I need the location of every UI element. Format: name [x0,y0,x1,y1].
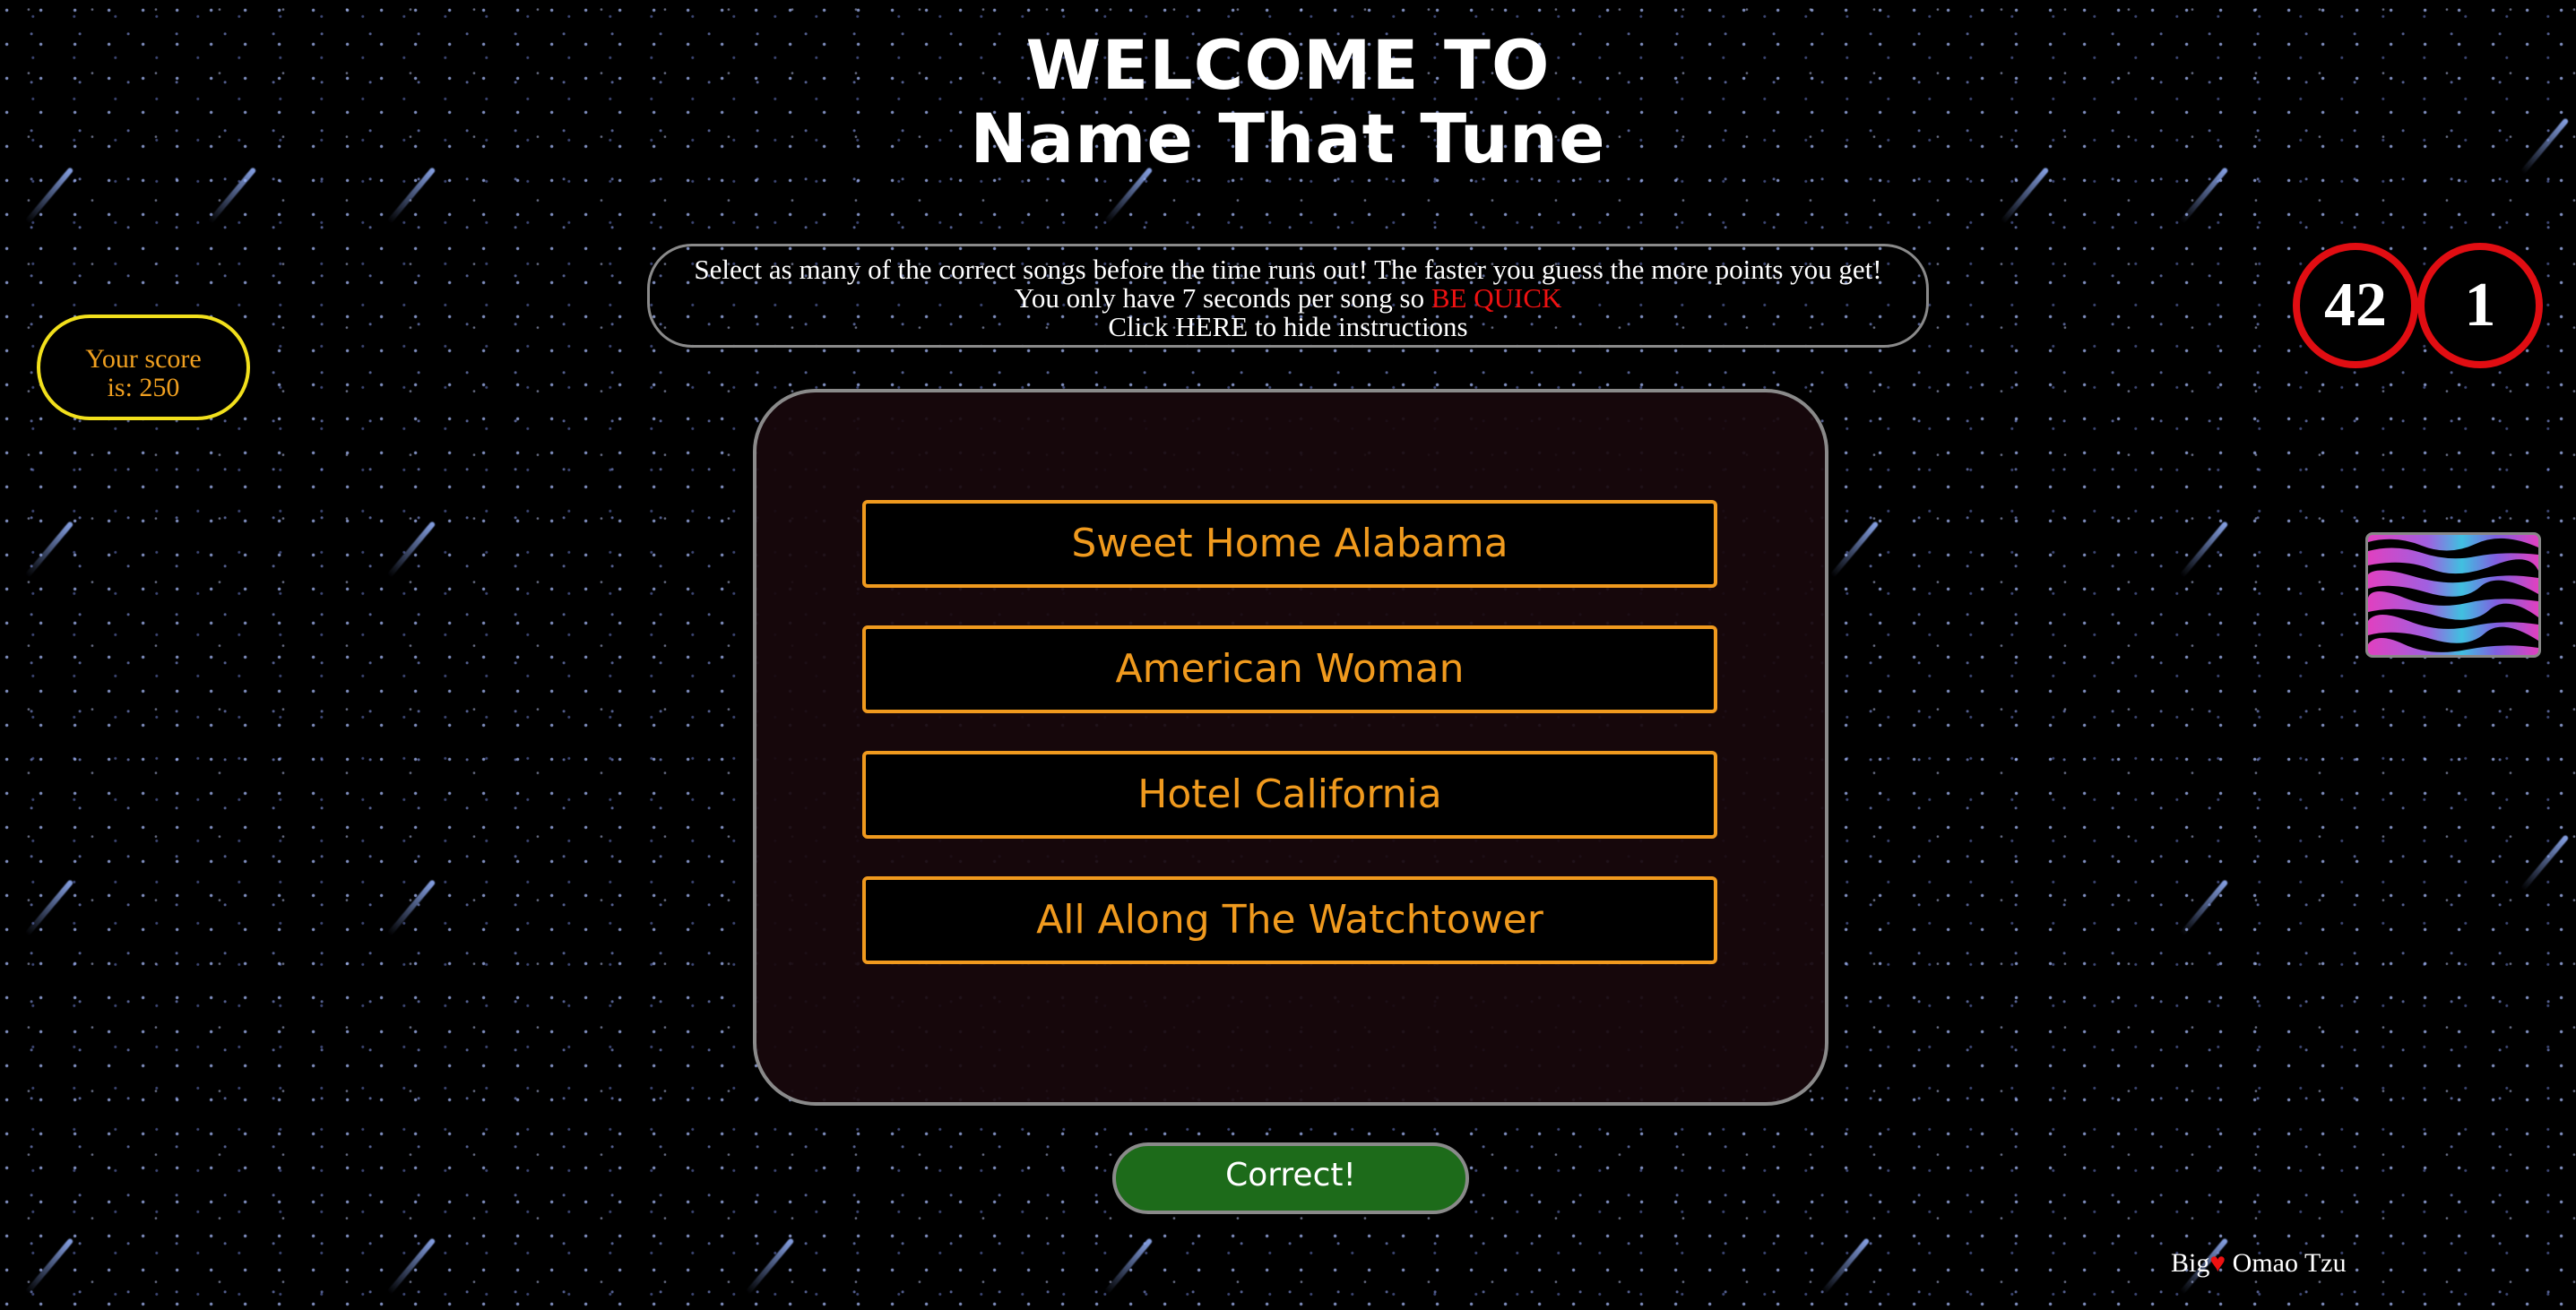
song-choice-button[interactable]: American Woman [862,625,1717,713]
page-title-welcome: WELCOME TO [1025,25,1551,105]
instructions-line-2-text: You only have 7 seconds per song so [1014,282,1431,314]
score-value: is: 250 [107,373,180,402]
shooting-star [24,879,74,936]
shooting-star [24,1237,74,1295]
author-credit: Big♥ Omao Tzu [2171,1247,2347,1280]
song-choice-button[interactable]: Sweet Home Alabama [862,500,1717,588]
shooting-star [1103,1237,1154,1295]
instructions-line-2: You only have 7 seconds per song so BE Q… [650,284,1926,313]
zebra-pattern-image[interactable] [2365,532,2541,658]
shooting-star [2179,521,2229,578]
song-choice-button[interactable]: All Along The Watchtower [862,876,1717,964]
instructions-line-1: Select as many of the correct songs befo… [694,254,1882,285]
score-label: Your score [85,344,202,374]
shooting-star [386,879,437,936]
shooting-star [2179,879,2229,936]
instructions-box[interactable]: Select as many of the correct songs befo… [647,244,1929,348]
shooting-star [24,521,74,578]
hide-instructions-link[interactable]: Click HERE to hide instructions [650,313,1926,341]
zebra-stripes-icon [2368,538,2538,652]
shooting-star [386,521,437,578]
song-choices-panel [753,389,1828,1106]
shooting-star [386,1237,437,1295]
shooting-star [1829,521,1880,578]
shooting-star [745,1237,795,1295]
timer-counter: 42 [2293,243,2418,368]
round-counter: 1 [2417,243,2543,368]
shooting-star [2520,834,2570,892]
page-title-game-name: Name That Tune [970,99,1606,178]
be-quick-warning: BE QUICK [1431,282,1562,314]
shooting-star [1820,1237,1871,1295]
correct-feedback-button[interactable]: Correct! [1112,1142,1469,1214]
credit-author: Omao Tzu [2226,1248,2347,1278]
score-badge: Your score is: 250 [37,315,250,420]
heart-icon: ♥ [2209,1248,2226,1278]
song-choice-button[interactable]: Hotel California [862,751,1717,839]
credit-prefix: Big [2171,1248,2210,1278]
